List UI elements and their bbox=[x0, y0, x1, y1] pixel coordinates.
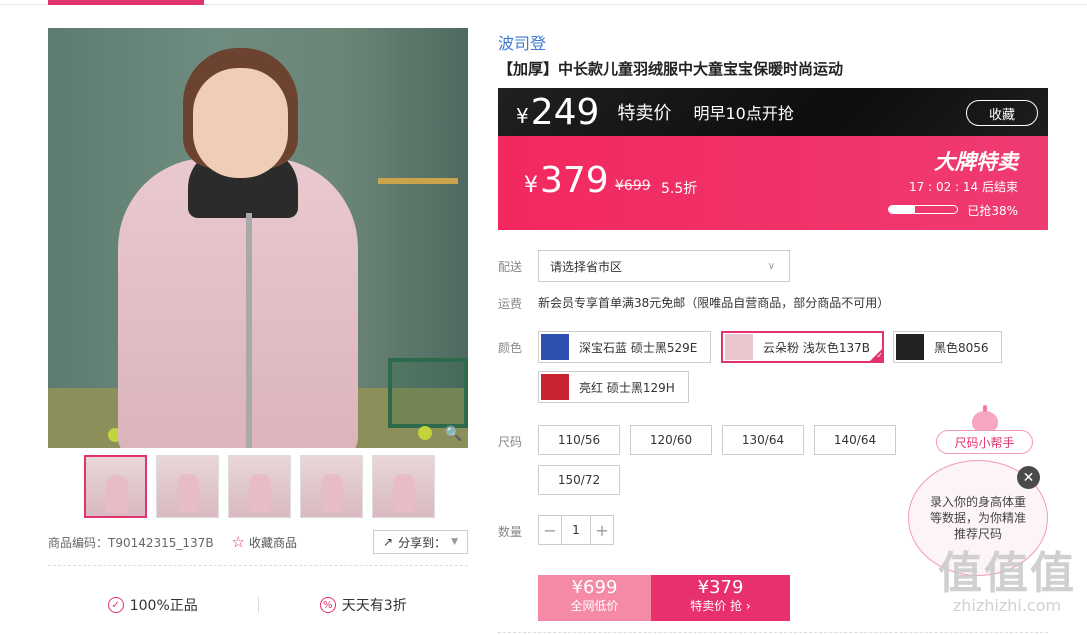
image-cart bbox=[388, 358, 468, 428]
favorite-product-button[interactable]: ☆ 收藏商品 bbox=[232, 533, 297, 551]
freight-info: 新会员专享首单满38元免邮（限唯品自营商品，部分商品不可用） bbox=[538, 296, 890, 310]
quantity-minus-button[interactable]: − bbox=[539, 516, 561, 544]
share-label: 分享到： bbox=[398, 535, 447, 550]
color-option[interactable]: 黑色8056 bbox=[893, 331, 1002, 363]
upcoming-price: 249 bbox=[530, 91, 600, 133]
color-option[interactable]: 亮红 硕士黑129H bbox=[538, 371, 689, 403]
chevron-down-icon: ∨ bbox=[767, 260, 775, 272]
color-option[interactable]: 深宝石蓝 硕士黑529E bbox=[538, 331, 711, 363]
current-price-value: 379 bbox=[540, 160, 609, 201]
thumbnail[interactable] bbox=[372, 455, 435, 518]
sold-percent: 已抢38% bbox=[967, 204, 1018, 218]
color-option-label: 亮红 硕士黑129H bbox=[579, 380, 675, 395]
close-icon[interactable]: ✕ bbox=[1017, 466, 1040, 489]
image-shelf bbox=[378, 178, 458, 184]
currency-symbol: ¥ bbox=[524, 173, 538, 198]
quantity-input[interactable]: 1 bbox=[561, 516, 591, 544]
caret-down-icon: ▼ bbox=[451, 537, 458, 547]
star-icon: ☆ bbox=[231, 533, 245, 551]
guarantee-label: 天天有3折 bbox=[341, 598, 407, 614]
quantity-stepper: − 1 + bbox=[538, 515, 614, 545]
size-option[interactable]: 120/60 bbox=[630, 425, 712, 455]
thumbnail[interactable] bbox=[300, 455, 363, 518]
guarantee-discount: % 天天有3折 bbox=[259, 595, 469, 615]
event-title: 大牌特卖 bbox=[934, 150, 1018, 174]
meta-divider bbox=[48, 565, 468, 566]
color-option-label: 黑色8056 bbox=[934, 340, 989, 355]
sale-price-label: 特卖价 抢 › bbox=[690, 599, 751, 613]
sold-progress-bar bbox=[888, 205, 958, 214]
lowest-price-button[interactable]: ¥699 全网低价 bbox=[538, 575, 651, 621]
size-helper-text: 录入你的身高体重等数据，为你精准推荐尺码 bbox=[929, 495, 1026, 541]
color-option-label: 云朵粉 浅灰色137B bbox=[763, 340, 870, 355]
size-option[interactable]: 110/56 bbox=[538, 425, 620, 455]
region-select-value: 请选择省市区 bbox=[550, 259, 623, 274]
original-price: ¥699 bbox=[615, 178, 651, 194]
thumbnail[interactable] bbox=[228, 455, 291, 518]
lowest-price-label: 全网低价 bbox=[570, 599, 619, 613]
buy-now-button[interactable]: ¥379 特卖价 抢 › bbox=[651, 575, 790, 621]
sale-price-value: ¥379 bbox=[697, 577, 744, 598]
share-button[interactable]: ↗ 分享到： ▼ bbox=[373, 530, 468, 554]
current-price: ¥ 379 bbox=[524, 160, 609, 201]
image-face bbox=[193, 68, 288, 178]
color-option-selected[interactable]: 云朵粉 浅灰色137B ✓ bbox=[721, 331, 884, 363]
color-swatch-image bbox=[725, 334, 753, 360]
quantity-plus-button[interactable]: + bbox=[591, 516, 613, 544]
favorite-label: 收藏商品 bbox=[249, 535, 298, 550]
sku-code: 商品编码：T90142315_137B bbox=[48, 535, 214, 550]
product-title: 【加厚】中长款儿童羽绒服中大童宝宝保暖时尚运动 bbox=[498, 60, 844, 78]
guarantee-row: ✓ 100%正品 % 天天有3折 bbox=[48, 595, 468, 615]
sale-start-text: 明早10点开抢 bbox=[693, 104, 794, 123]
special-price-tag: 特卖价 bbox=[617, 103, 672, 124]
watermark-url: zhizhizhi.com bbox=[952, 596, 1062, 615]
selected-check-icon: ✓ bbox=[868, 347, 884, 363]
size-option[interactable]: 140/64 bbox=[814, 425, 896, 455]
size-option[interactable]: 150/72 bbox=[538, 465, 620, 495]
collect-button[interactable]: 收藏 bbox=[966, 100, 1038, 126]
shield-check-icon: ✓ bbox=[107, 597, 124, 613]
countdown-timer: 17 : 02 : 14 后结束 bbox=[909, 180, 1018, 194]
bottom-divider bbox=[498, 632, 1048, 633]
top-accent-bar bbox=[48, 0, 204, 5]
discount-rate: 5.5折 bbox=[661, 181, 698, 197]
image-zipper bbox=[246, 213, 252, 448]
thumbnail-strip bbox=[84, 455, 435, 518]
color-option-label: 深宝石蓝 硕士黑529E bbox=[579, 340, 698, 355]
lowest-price-value: ¥699 bbox=[571, 577, 618, 598]
size-helper-tag[interactable]: 尺码小帮手 bbox=[936, 430, 1033, 454]
product-meta-row: 商品编码：T90142315_137B ☆ 收藏商品 ↗ 分享到： ▼ bbox=[48, 530, 468, 554]
color-swatch-image bbox=[541, 334, 569, 360]
delivery-label: 配送 bbox=[498, 260, 523, 274]
zoom-icon[interactable]: 🔍 bbox=[445, 426, 462, 442]
region-select[interactable]: 请选择省市区 ∨ bbox=[538, 250, 790, 282]
quantity-label: 数量 bbox=[498, 525, 523, 539]
freight-label: 运费 bbox=[498, 297, 523, 311]
guarantee-authentic: ✓ 100%正品 bbox=[48, 595, 258, 615]
upcoming-price-bar: ¥ 249 特卖价 明早10点开抢 收藏 bbox=[498, 88, 1048, 136]
brand-link[interactable]: 波司登 bbox=[498, 30, 546, 54]
sold-progress-fill bbox=[889, 206, 915, 213]
current-sale-bar: ¥ 379 ¥699 5.5折 大牌特卖 17 : 02 : 14 后结束 已抢… bbox=[498, 136, 1048, 230]
watermark-logo: 值值值 bbox=[938, 548, 1076, 599]
main-product-image[interactable]: 🔍 bbox=[48, 28, 468, 448]
percent-circle-icon: % bbox=[319, 597, 336, 613]
image-ball bbox=[418, 426, 432, 440]
size-option[interactable]: 130/64 bbox=[722, 425, 804, 455]
size-label: 尺码 bbox=[498, 435, 523, 449]
color-swatch-image bbox=[541, 374, 569, 400]
currency-symbol: ¥ bbox=[516, 104, 529, 128]
share-icon: ↗ bbox=[383, 535, 394, 549]
watermark: 值值值 zhizhizhi.com bbox=[936, 548, 1078, 615]
thumbnail[interactable] bbox=[84, 455, 147, 518]
color-swatch-image bbox=[896, 334, 924, 360]
thumbnail[interactable] bbox=[156, 455, 219, 518]
color-label: 颜色 bbox=[498, 341, 523, 355]
guarantee-label: 100%正品 bbox=[129, 598, 198, 614]
